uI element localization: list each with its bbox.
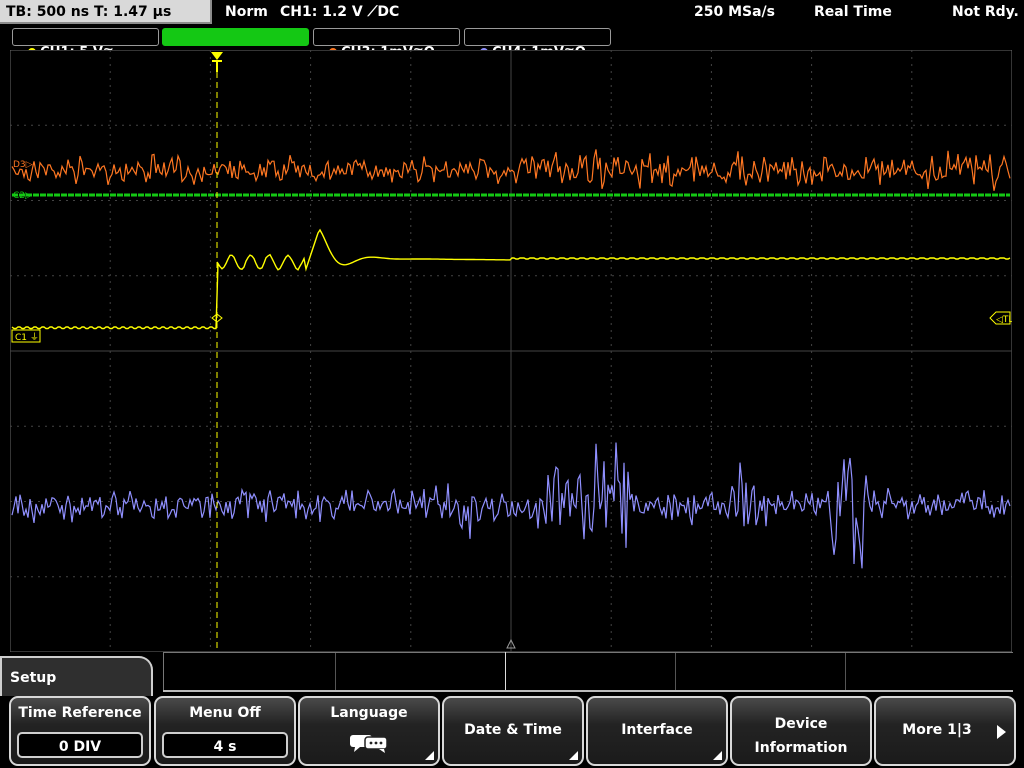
menu-title-tab: Setup xyxy=(0,656,153,696)
softkey-label: Menu Off xyxy=(189,705,261,721)
ch3-reference-marker[interactable]: D3▷ xyxy=(13,160,33,170)
channel-tab-ch1[interactable]: CH1: 5 V≅ xyxy=(12,28,159,60)
trigger-level-marker[interactable]: ◁TL xyxy=(996,315,1012,325)
submenu-indicator-icon xyxy=(425,751,434,760)
waveform-display[interactable]: D3▷ C2▷ C1 ⏚ ◁TL xyxy=(10,50,1012,652)
trigger-mode[interactable]: Norm xyxy=(225,0,268,24)
language-icon xyxy=(350,735,388,753)
softkey-label-line2: Information xyxy=(754,740,848,756)
run-status: Not Rdy. xyxy=(952,4,1019,20)
softkey-label: Time Reference xyxy=(18,705,142,721)
timebase-readout[interactable]: TB: 500 ns T: 1.47 µs xyxy=(0,0,212,24)
strip-underline xyxy=(163,690,1013,692)
date-time-softkey[interactable]: Date & Time xyxy=(442,696,584,766)
ch1-reference-marker[interactable]: C1 ⏚ xyxy=(15,332,39,343)
interface-softkey[interactable]: Interface xyxy=(586,696,728,766)
submenu-indicator-icon xyxy=(569,751,578,760)
menu-off-value: 4 s xyxy=(162,732,288,758)
time-reference-value: 0 DIV xyxy=(17,732,143,758)
softkey-label: More 1|3 xyxy=(902,722,972,738)
language-softkey[interactable]: Language xyxy=(298,696,440,766)
softkey-label: Date & Time xyxy=(464,722,562,738)
channel-tab-ch2[interactable]: CH2: 20 mV≅Ω xyxy=(162,28,309,60)
sample-rate: 250 MSa/s xyxy=(694,4,776,20)
menu-off-softkey[interactable]: Menu Off 4 s xyxy=(154,696,296,766)
strip-center-marker xyxy=(505,652,506,692)
info-strip xyxy=(163,652,1013,692)
time-reference-softkey[interactable]: Time Reference 0 DIV xyxy=(9,696,151,766)
device-information-softkey[interactable]: Device Information xyxy=(730,696,872,766)
menu-title: Setup xyxy=(10,670,57,686)
acquisition-mode[interactable]: Real Time xyxy=(814,0,892,24)
softkey-label-line1: Device xyxy=(774,716,828,732)
timebase-text: TB: 500 ns T: 1.47 µs xyxy=(6,4,172,20)
submenu-indicator-icon xyxy=(713,751,722,760)
more-softkey[interactable]: More 1|3 xyxy=(874,696,1016,766)
softkey-label: Language xyxy=(330,705,408,721)
channel-tab-ch3[interactable]: CH3: 1mV≅Ω xyxy=(313,28,460,60)
ch2-reference-marker[interactable]: C2▷ xyxy=(13,191,32,201)
next-page-arrow-icon xyxy=(997,725,1006,739)
trigger-info[interactable]: CH1: 1.2 V ⟋DC xyxy=(280,0,399,24)
channel-tab-ch4[interactable]: CH4: 1mV≅Ω xyxy=(464,28,611,60)
softkey-label: Interface xyxy=(621,722,693,738)
